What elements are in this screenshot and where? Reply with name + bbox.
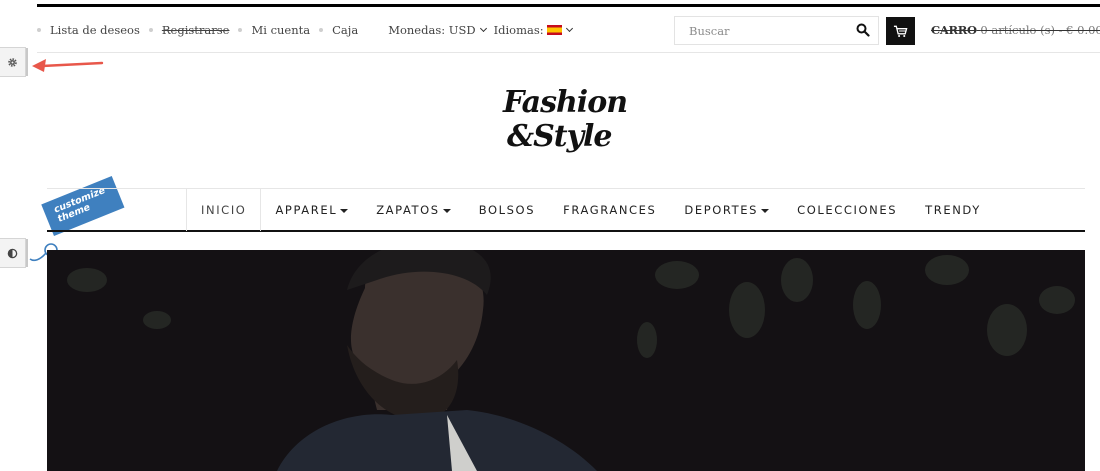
nav-item-zapatos[interactable]: ZAPATOS (362, 189, 465, 231)
nav-item-label: FRAGRANCES (563, 203, 657, 217)
settings-panel-toggle[interactable] (0, 47, 28, 77)
nav-item-label: ZAPATOS (376, 203, 440, 217)
cart-label: CARRO (931, 23, 977, 37)
spain-flag-icon (546, 25, 562, 35)
chevron-down-icon (565, 24, 573, 33)
search-box (674, 16, 879, 45)
main-nav: INICIO APPAREL ZAPATOS BOLSOS FRAGRANCES… (47, 188, 1085, 232)
top-links: Lista de deseos Registrarse Mi cuenta Ca… (37, 23, 573, 37)
site-logo[interactable]: Fashion &Style (495, 85, 635, 170)
nav-item-inicio[interactable]: INICIO (186, 189, 262, 231)
language-label: Idiomas: (493, 23, 544, 37)
nav-item-trendy[interactable]: TRENDY (911, 189, 995, 231)
nav-item-label: BOLSOS (478, 203, 536, 217)
bullet-dot (238, 28, 243, 32)
cart-summary[interactable]: CARRO 0 artículo (s) - € 0.00 (931, 23, 1100, 37)
nav-item-label: TRENDY (925, 203, 981, 217)
nav-item-deportes[interactable]: DEPORTES (670, 189, 783, 231)
caret-down-icon (340, 209, 349, 213)
logo-line2: &Style (507, 119, 613, 154)
register-link[interactable]: Registrarse (162, 23, 230, 37)
contrast-icon (7, 248, 18, 259)
search-icon[interactable] (856, 23, 870, 37)
nav-item-bolsos[interactable]: BOLSOS (465, 189, 549, 231)
nav-item-apparel[interactable]: APPAREL (261, 189, 362, 231)
hero-banner[interactable] (47, 250, 1085, 471)
wishlist-link[interactable]: Lista de deseos (50, 23, 140, 37)
search-input[interactable] (675, 17, 835, 44)
bullet-dot (148, 28, 153, 32)
cart-total: 0 artículo (s) - € 0.00 (980, 23, 1100, 37)
nav-list: INICIO APPAREL ZAPATOS BOLSOS FRAGRANCES… (186, 189, 995, 231)
nav-item-label: INICIO (201, 203, 247, 217)
nav-item-colecciones[interactable]: COLECCIONES (783, 189, 911, 231)
caret-down-icon (442, 209, 451, 213)
nav-item-label: DEPORTES (684, 203, 759, 217)
my-account-link[interactable]: Mi cuenta (251, 23, 310, 37)
bullet-dot (319, 28, 324, 32)
top-bar: Lista de deseos Registrarse Mi cuenta Ca… (37, 7, 1100, 53)
checkout-link[interactable]: Caja (332, 23, 358, 37)
cart-button[interactable] (886, 17, 915, 45)
currency-selector[interactable]: Monedas: USD (388, 23, 487, 37)
chevron-down-icon (479, 24, 487, 33)
bullet-dot (37, 28, 41, 32)
logo-line1: Fashion (503, 85, 628, 120)
language-selector[interactable]: Idiomas: (493, 23, 573, 37)
hero-image (47, 250, 1085, 471)
gear-icon (8, 58, 17, 67)
nav-item-fragrances[interactable]: FRAGRANCES (549, 189, 670, 231)
nav-item-label: COLECCIONES (797, 203, 898, 217)
theme-customizer-toggle[interactable] (0, 238, 28, 268)
caret-down-icon (761, 209, 770, 213)
currency-label: Monedas: USD (388, 23, 476, 37)
cart-icon (893, 25, 908, 37)
nav-item-label: APPAREL (275, 203, 338, 217)
red-arrow-annotation (32, 59, 104, 72)
